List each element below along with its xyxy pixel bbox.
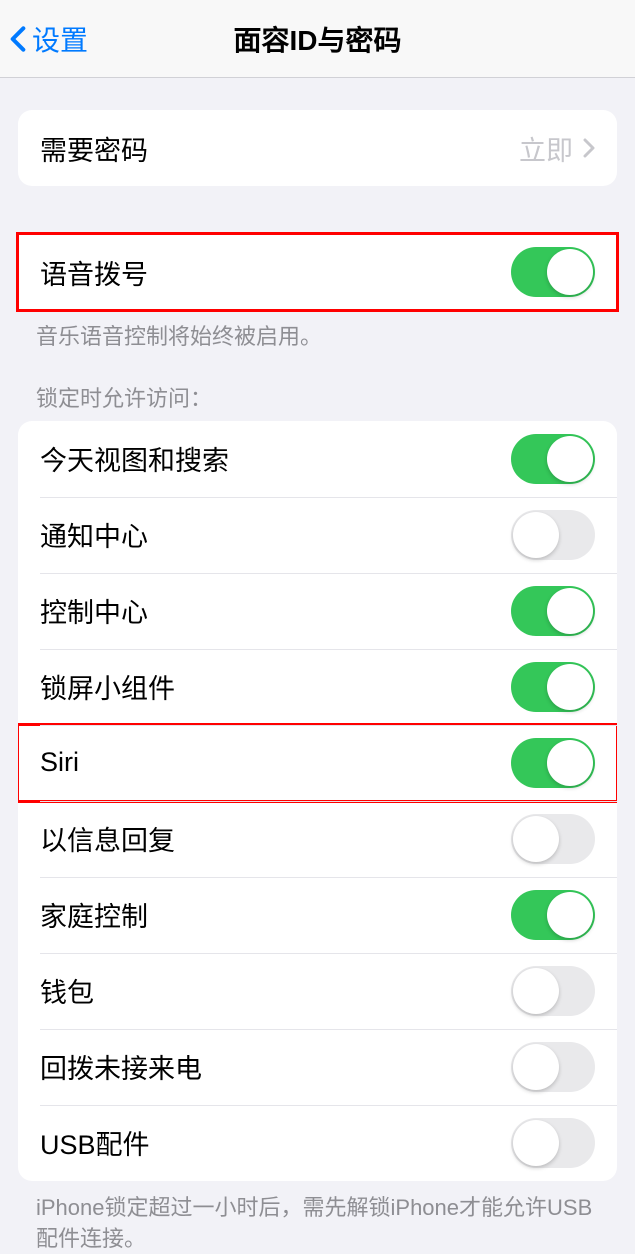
switch-knob — [547, 588, 593, 634]
lock-access-label: Siri — [40, 747, 79, 778]
require-passcode-label: 需要密码 — [40, 129, 148, 168]
page-title: 面容ID与密码 — [0, 19, 635, 59]
lock-access-toggle[interactable] — [511, 738, 595, 788]
lock-access-toggle[interactable] — [511, 966, 595, 1016]
lock-access-label: 锁屏小组件 — [40, 667, 175, 706]
lock-access-label: 控制中心 — [40, 591, 148, 630]
voice-dial-toggle[interactable] — [511, 247, 595, 297]
lock-access-toggle[interactable] — [511, 434, 595, 484]
lock-access-label: 家庭控制 — [40, 895, 148, 934]
lock-access-toggle[interactable] — [511, 890, 595, 940]
switch-knob — [513, 1044, 559, 1090]
require-passcode-group: 需要密码 立即 — [18, 110, 617, 186]
lock-access-row: 回拨未接来电 — [18, 1029, 617, 1105]
lock-access-row: 通知中心 — [18, 497, 617, 573]
switch-knob — [547, 892, 593, 938]
chevron-left-icon — [10, 25, 26, 53]
chevron-right-icon — [583, 138, 595, 158]
voice-dial-label: 语音拨号 — [40, 253, 148, 292]
lock-access-label: USB配件 — [40, 1123, 150, 1162]
switch-knob — [547, 664, 593, 710]
lock-access-row: 今天视图和搜索 — [18, 421, 617, 497]
voice-dial-footer: 音乐语音控制将始终被启用。 — [0, 310, 635, 353]
lock-access-toggle[interactable] — [511, 814, 595, 864]
require-passcode-row[interactable]: 需要密码 立即 — [18, 110, 617, 186]
lock-access-footer: iPhone锁定超过一小时后，需先解锁iPhone才能允许USB配件连接。 — [0, 1181, 635, 1254]
switch-knob — [513, 512, 559, 558]
back-label: 设置 — [32, 19, 88, 59]
switch-knob — [513, 968, 559, 1014]
lock-access-label: 回拨未接来电 — [40, 1047, 202, 1086]
lock-access-label: 今天视图和搜索 — [40, 439, 229, 478]
lock-access-toggle[interactable] — [511, 586, 595, 636]
voice-dial-row: 语音拨号 — [18, 234, 617, 310]
lock-access-row: 锁屏小组件 — [18, 649, 617, 725]
require-passcode-value: 立即 — [519, 129, 573, 168]
lock-access-toggle[interactable] — [511, 1042, 595, 1092]
lock-access-row: 钱包 — [18, 953, 617, 1029]
require-passcode-value-wrap: 立即 — [519, 129, 595, 168]
lock-access-row: USB配件 — [18, 1105, 617, 1181]
nav-header: 设置 面容ID与密码 — [0, 0, 635, 78]
lock-access-row: 家庭控制 — [18, 877, 617, 953]
switch-knob — [513, 1120, 559, 1166]
lock-access-label: 钱包 — [40, 971, 94, 1010]
back-button[interactable]: 设置 — [0, 19, 88, 59]
switch-knob — [547, 740, 593, 786]
lock-access-row: 控制中心 — [18, 573, 617, 649]
lock-access-toggle[interactable] — [511, 662, 595, 712]
lock-access-group: 今天视图和搜索通知中心控制中心锁屏小组件 Siri 以信息回复家庭控制钱包回拨未接来… — [18, 421, 617, 1181]
lock-access-toggle[interactable] — [511, 1118, 595, 1168]
switch-knob — [547, 436, 593, 482]
lock-access-row: 以信息回复 — [18, 801, 617, 877]
switch-knob — [547, 249, 593, 295]
lock-access-row: Siri — [18, 725, 617, 801]
switch-knob — [513, 816, 559, 862]
lock-access-toggle[interactable] — [511, 510, 595, 560]
voice-dial-group: 语音拨号 — [18, 234, 617, 310]
lock-access-label: 通知中心 — [40, 515, 148, 554]
lock-access-label: 以信息回复 — [40, 819, 175, 858]
lock-access-header: 锁定时允许访问： — [0, 353, 635, 421]
